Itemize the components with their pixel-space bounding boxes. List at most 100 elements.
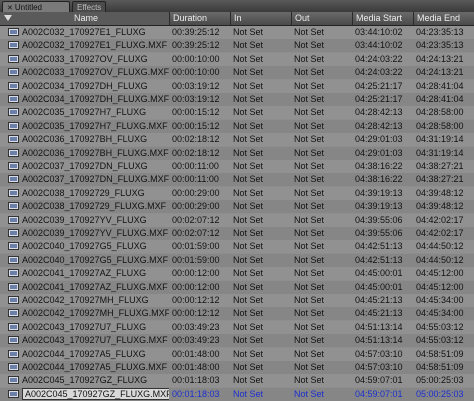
table-row[interactable]: A002C044_170927A5_FLUXG.MXF 00:01:48:00 No… [0,361,474,374]
column-duration[interactable]: Duration [169,12,230,25]
clip-name-cell[interactable]: A002C033_170927OV_FLUXG.MXF [0,66,169,79]
out-cell: Not Set [294,349,325,359]
clip-name-cell[interactable]: A002C037_170927DN_FLUXG.MXF [0,173,169,186]
clip-icon [8,122,19,130]
clip-name-cell[interactable]: A002C036_170927BH_FLUXG.MXF [0,147,169,160]
table-row[interactable]: A002C035_170927H7_FLUXG.MXF 00:00:15:12 No… [0,120,474,133]
clip-name-cell[interactable]: A002C034_170927DH_FLUXG [0,80,169,93]
clip-name-cell[interactable]: A002C043_170927U7_FLUXG.MXF [0,334,169,347]
table-row[interactable]: A002C045_170927GZ_FLUXG.MXF 00:01:18:03 No… [0,388,474,401]
table-row[interactable]: A002C038_17092729_FLUXG 00:00:29:00 Not Se… [0,187,474,200]
table-row[interactable]: A002C040_170927G5_FLUXG.MXF 00:01:59:00 No… [0,254,474,267]
clip-name: A002C037_170927DN_FLUXG.MXF [22,174,169,184]
out-cell: Not Set [294,362,325,372]
clip-icon [8,269,19,277]
table-row[interactable]: A002C040_170927G5_FLUXG 00:01:59:00 Not Se… [0,240,474,253]
clip-name-cell[interactable]: A002C042_170927MH_FLUXG [0,294,169,307]
clip-name-cell[interactable]: A002C044_170927A5_FLUXG.MXF [0,361,169,374]
tab-effects[interactable]: Effects [72,1,106,12]
clip-name-cell[interactable]: A002C040_170927G5_FLUXG [0,240,169,253]
table-row[interactable]: A002C041_170927AZ_FLUXG 00:00:12:00 Not Se… [0,267,474,280]
clip-name-cell[interactable]: A002C045_170927GZ_FLUXG [0,374,169,387]
table-row[interactable]: A002C037_170927DN_FLUXG 00:00:11:00 Not Se… [0,160,474,173]
media-end-cell: 04:28:41:04 [416,81,464,91]
duration-cell: 00:00:11:00 [172,174,219,184]
table-row[interactable]: A002C034_170927DH_FLUXG.MXF 00:03:19:12 No… [0,93,474,106]
clip-name: A002C038_17092729_FLUXG [22,188,145,198]
in-cell: Not Set [233,40,264,50]
clip-icon [8,309,19,317]
clip-name: A002C032_170927E1_FLUXG.MXF [22,40,168,50]
in-cell: Not Set [233,27,264,37]
column-out[interactable]: Out [291,12,352,25]
table-row[interactable]: A002C037_170927DN_FLUXG.MXF 00:00:11:00 No… [0,173,474,186]
clip-name-cell[interactable]: A002C044_170927A5_FLUXG [0,348,169,361]
browser-window: ✕Untitled Project 1 Effects Name Duratio… [0,0,474,401]
duration-cell: 00:00:12:00 [172,282,220,292]
clip-name: A002C036_170927BH_FLUXG.MXF [22,148,169,158]
table-row[interactable]: A002C032_170927E1_FLUXG 00:39:25:12 Not Se… [0,26,474,39]
clip-name-cell[interactable]: A002C040_170927G5_FLUXG.MXF [0,254,169,267]
clip-name: A002C034_170927DH_FLUXG.MXF [22,94,169,104]
table-row[interactable]: A002C035_170927H7_FLUXG 00:00:15:12 Not Se… [0,106,474,119]
clip-icon [8,242,19,250]
clip-name-cell[interactable]: A002C034_170927DH_FLUXG.MXF [0,93,169,106]
clip-name-cell[interactable]: A002C033_170927OV_FLUXG [0,53,169,66]
clip-name-cell[interactable]: A002C037_170927DN_FLUXG [0,160,169,173]
clip-name-cell[interactable]: A002C038_17092729_FLUXG [0,187,169,200]
table-row[interactable]: A002C038_17092729_FLUXG.MXF 00:00:29:00 No… [0,200,474,213]
media-start-cell: 04:45:00:01 [355,282,403,292]
duration-cell: 00:00:12:00 [172,268,220,278]
table-row[interactable]: A002C033_170927OV_FLUXG.MXF 00:00:10:00 No… [0,66,474,79]
table-row[interactable]: A002C039_170927YV_FLUXG.MXF 00:02:07:12 No… [0,227,474,240]
table-row[interactable]: A002C032_170927E1_FLUXG.MXF 00:39:25:12 No… [0,39,474,52]
column-media-end[interactable]: Media End [413,12,474,25]
in-cell: Not Set [233,322,264,332]
clip-name-cell[interactable]: A002C036_170927BH_FLUXG [0,133,169,146]
table-row[interactable]: A002C042_170927MH_FLUXG 00:00:12:12 Not Se… [0,294,474,307]
clip-icon [8,135,19,143]
table-row[interactable]: A002C043_170927U7_FLUXG 00:03:49:23 Not Se… [0,321,474,334]
duration-cell: 00:00:29:00 [172,201,220,211]
clip-name-cell[interactable]: A002C041_170927AZ_FLUXG [0,267,169,280]
clip-name-cell[interactable]: A002C045_170927GZ_FLUXG.MXF [0,388,169,401]
clip-name-cell[interactable]: A002C039_170927YV_FLUXG [0,214,169,227]
clip-name: A002C039_170927YV_FLUXG [22,215,147,225]
clip-name-cell[interactable]: A002C032_170927E1_FLUXG [0,26,169,39]
column-in[interactable]: In [230,12,291,25]
clip-name-cell[interactable]: A002C043_170927U7_FLUXG [0,321,169,334]
in-cell: Not Set [233,54,264,64]
clip-icon [8,108,19,116]
clip-name-cell[interactable]: A002C032_170927E1_FLUXG.MXF [0,39,169,52]
media-start-cell: 04:59:07:01 [355,389,403,399]
table-row[interactable]: A002C041_170927AZ_FLUXG.MXF 00:00:12:00 No… [0,281,474,294]
clip-name-cell[interactable]: A002C035_170927H7_FLUXG [0,106,169,119]
table-row[interactable]: A002C044_170927A5_FLUXG 00:01:48:00 Not Se… [0,348,474,361]
clip-name-cell[interactable]: A002C039_170927YV_FLUXG.MXF [0,227,169,240]
table-row[interactable]: A002C039_170927YV_FLUXG 00:02:07:12 Not Se… [0,214,474,227]
table-row[interactable]: A002C042_170927MH_FLUXG.MXF 00:00:12:12 No… [0,307,474,320]
clip-name-cell[interactable]: A002C038_17092729_FLUXG.MXF [0,200,169,213]
column-media-start[interactable]: Media Start [352,12,413,25]
clip-icon [8,390,19,398]
table-row[interactable]: A002C036_170927BH_FLUXG 00:02:18:12 Not Se… [0,133,474,146]
out-cell: Not Set [294,27,325,37]
table-row[interactable]: A002C043_170927U7_FLUXG.MXF 00:03:49:23 No… [0,334,474,347]
table-row[interactable]: A002C036_170927BH_FLUXG.MXF 00:02:18:12 No… [0,147,474,160]
clip-name: A002C043_170927U7_FLUXG.MXF [22,335,168,345]
duration-cell: 00:00:15:12 [172,121,220,131]
clip-name-cell[interactable]: A002C042_170927MH_FLUXG.MXF [0,307,169,320]
media-start-cell: 04:42:51:13 [355,241,403,251]
clip-name-cell[interactable]: A002C041_170927AZ_FLUXG.MXF [0,281,169,294]
in-cell: Not Set [233,174,264,184]
column-name[interactable]: Name [0,12,169,25]
clip-icon [8,68,19,76]
duration-cell: 00:00:12:12 [172,308,220,318]
clip-name-cell[interactable]: A002C035_170927H7_FLUXG.MXF [0,120,169,133]
table-row[interactable]: A002C033_170927OV_FLUXG 00:00:10:00 Not Se… [0,53,474,66]
duration-cell: 00:00:29:00 [172,188,220,198]
clip-icon [8,95,19,103]
tab-project[interactable]: ✕Untitled Project 1 [2,1,70,24]
table-row[interactable]: A002C034_170927DH_FLUXG 00:03:19:12 Not Se… [0,80,474,93]
table-row[interactable]: A002C045_170927GZ_FLUXG 00:01:18:03 Not Se… [0,374,474,387]
